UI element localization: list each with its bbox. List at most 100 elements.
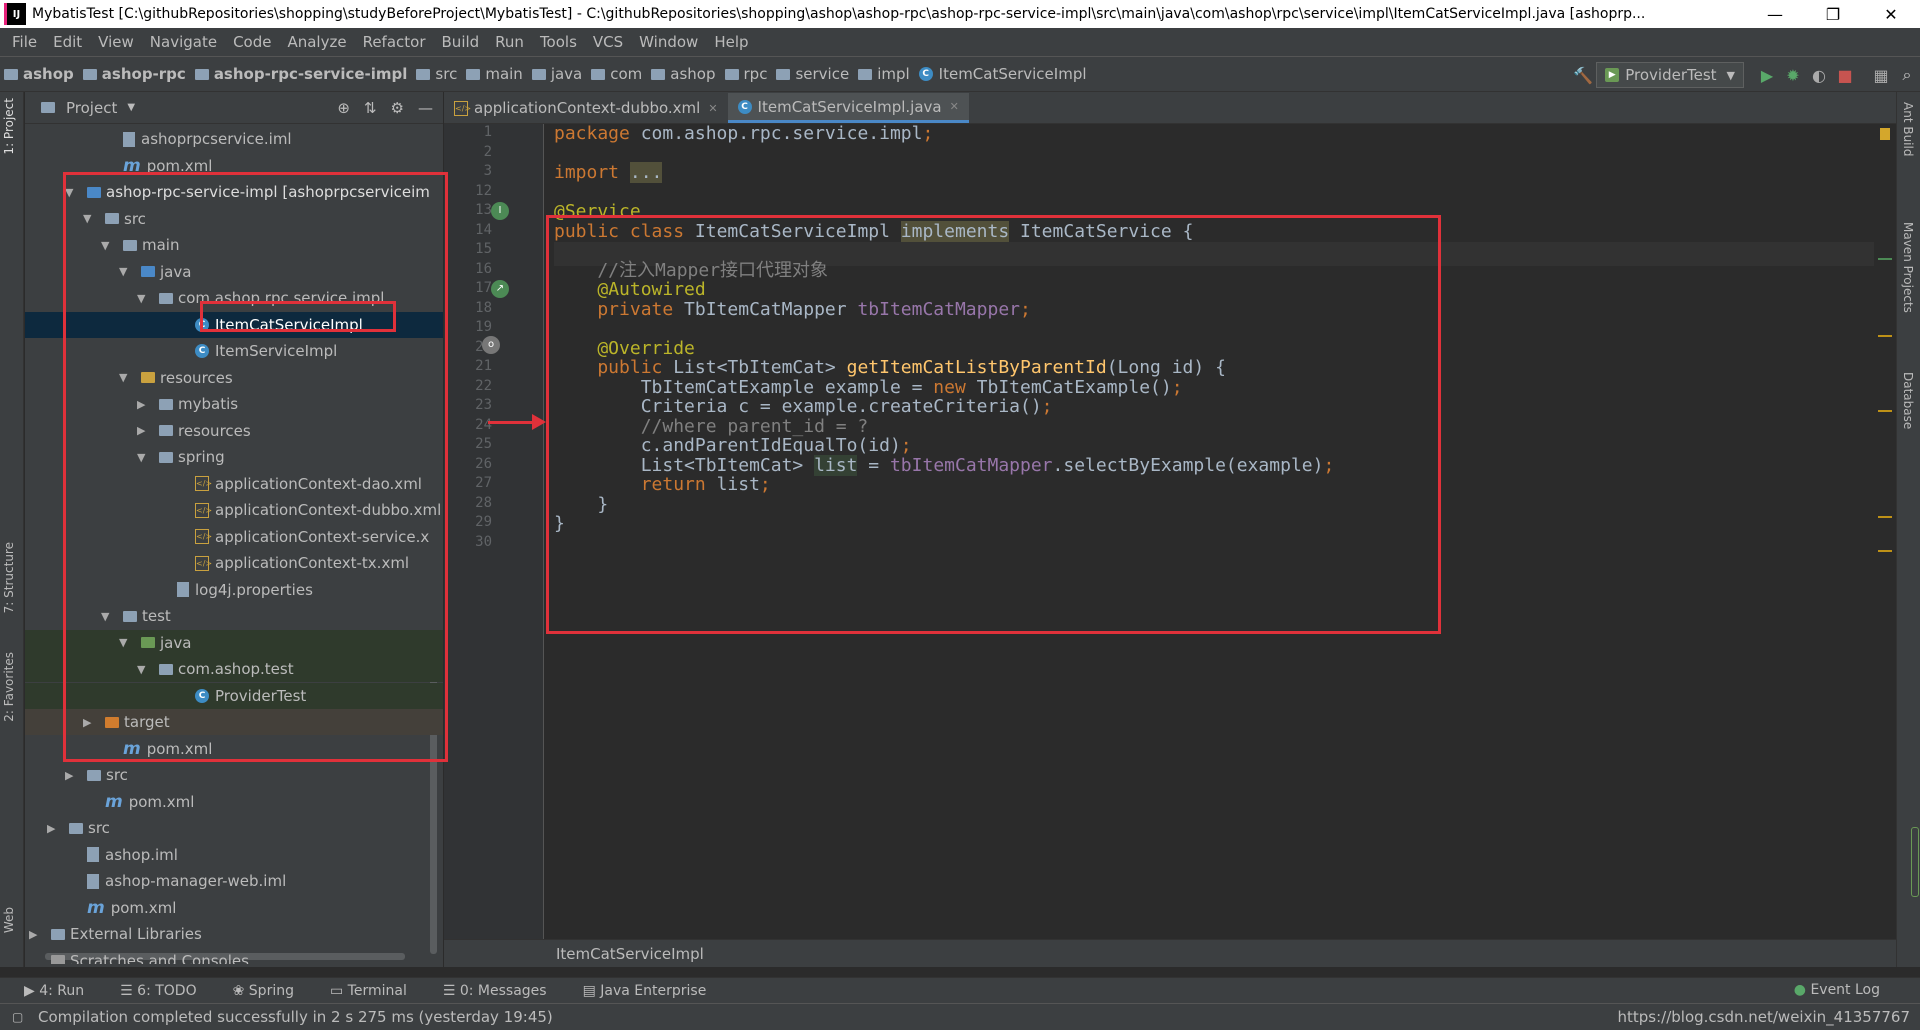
menu-code[interactable]: Code xyxy=(225,33,279,51)
tree-item[interactable]: ▶ External Libraries xyxy=(25,921,443,947)
tool-tab-database[interactable]: Database xyxy=(1901,372,1915,429)
breadcrumb-label: main xyxy=(485,65,523,83)
bottom-tool-messages[interactable]: ☰ 0: Messages xyxy=(419,983,559,999)
bottom-tool-java-enterprise[interactable]: ▤ Java Enterprise xyxy=(559,983,719,999)
menu-run[interactable]: Run xyxy=(487,33,532,51)
locate-icon[interactable]: ⊕ xyxy=(337,99,350,117)
chevron-down-icon[interactable]: ▼ xyxy=(127,102,135,113)
tool-tab-web[interactable]: Web xyxy=(2,907,16,933)
menu-vcs[interactable]: VCS xyxy=(585,33,631,51)
line-number: 3 xyxy=(483,163,492,179)
breadcrumb-item[interactable]: ashop xyxy=(647,65,720,83)
debug-icon[interactable]: ✹ xyxy=(1780,66,1806,85)
menu-tools[interactable]: Tools xyxy=(532,33,585,51)
tree-item[interactable]: Scratches and Consoles xyxy=(25,948,443,964)
breadcrumb-item[interactable]: impl xyxy=(854,65,914,83)
expand-right-icon[interactable]: ▶ xyxy=(65,769,87,782)
file-icon xyxy=(87,873,99,889)
breadcrumb-label: ashop-rpc-service-impl xyxy=(213,65,408,83)
breadcrumb-item[interactable]: ashop-rpc-service-impl xyxy=(191,65,413,83)
breadcrumb-item[interactable]: src xyxy=(412,65,462,83)
bean-gutter-icon[interactable]: ↗ xyxy=(491,280,509,298)
event-log-button[interactable]: ● Event Log xyxy=(1794,982,1880,998)
run-config-label: ProviderTest xyxy=(1625,66,1717,84)
tree-item[interactable]: ▶ src xyxy=(25,762,443,788)
hide-icon[interactable]: — xyxy=(418,99,433,117)
gear-icon[interactable]: ⚙ xyxy=(391,99,404,117)
editor-tab[interactable]: C ItemCatServiceImpl.java ✕ xyxy=(727,93,969,123)
todo-icon: ☰ xyxy=(120,982,138,999)
run-configuration-select[interactable]: ▶ ProviderTest ▼ xyxy=(1596,62,1744,88)
line-number: 17 xyxy=(475,280,492,296)
annotation-arrow-head xyxy=(532,414,546,430)
build-hammer-icon[interactable]: 🔨 xyxy=(1570,66,1596,85)
menu-view[interactable]: View xyxy=(90,33,142,51)
menu-build[interactable]: Build xyxy=(434,33,488,51)
run-icon[interactable]: ▶ xyxy=(1754,66,1780,85)
project-panel-title[interactable]: Project xyxy=(66,99,117,117)
breadcrumb-item[interactable]: rpc xyxy=(721,65,773,83)
breadcrumb-item[interactable]: service xyxy=(772,65,854,83)
restore-button[interactable]: ❐ xyxy=(1804,5,1862,24)
tool-tab-maven-projects[interactable]: Maven Projects xyxy=(1901,222,1915,313)
project-structure-icon[interactable]: ▦ xyxy=(1868,66,1894,85)
menu-navigate[interactable]: Navigate xyxy=(142,33,225,51)
search-icon[interactable]: ⌕ xyxy=(1894,65,1920,85)
tree-item[interactable]: m pom.xml xyxy=(25,895,443,921)
bottom-tool-label: 0: Messages xyxy=(459,982,547,999)
stop-icon[interactable]: ■ xyxy=(1832,66,1858,85)
folder-icon xyxy=(858,68,873,80)
status-toggle-icon[interactable]: ▢ xyxy=(12,1010,23,1024)
bottom-tool-terminal[interactable]: ▭ Terminal xyxy=(306,983,419,999)
folder-icon xyxy=(4,68,18,80)
tree-item[interactable]: ashop-manager-web.iml xyxy=(25,868,443,894)
menu-analyze[interactable]: Analyze xyxy=(279,33,354,51)
breadcrumb-item[interactable]: main xyxy=(462,65,527,83)
expand-right-icon[interactable]: ▶ xyxy=(47,822,69,835)
menu-edit[interactable]: Edit xyxy=(45,33,90,51)
menu-window[interactable]: Window xyxy=(631,33,706,51)
tree-item[interactable]: ashop.iml xyxy=(25,842,443,868)
breadcrumb-item[interactable]: C ItemCatServiceImpl xyxy=(915,65,1092,83)
expand-right-icon[interactable]: ▶ xyxy=(29,928,51,941)
tree-item[interactable]: ▶ src xyxy=(25,815,443,841)
breadcrumb-item[interactable]: ashop-rpc xyxy=(79,65,191,83)
coverage-icon[interactable]: ◐ xyxy=(1806,66,1832,85)
breadcrumb-item[interactable]: ashop xyxy=(0,65,79,83)
tree-item[interactable]: m pom.xml xyxy=(25,789,443,815)
menu-refactor[interactable]: Refactor xyxy=(355,33,434,51)
breadcrumb-label: service xyxy=(795,65,850,83)
menu-file[interactable]: File xyxy=(4,33,45,51)
bottom-tool-run[interactable]: ▶ 4: Run xyxy=(0,983,96,999)
bottom-tool-todo[interactable]: ☰ 6: TODO xyxy=(96,983,208,999)
navigation-bar: ashop ashop-rpc ashop-rpc-service-impl src m… xyxy=(0,56,1920,92)
editor-tab-label: ItemCatServiceImpl.java xyxy=(757,97,942,116)
close-tab-icon[interactable]: ✕ xyxy=(950,100,959,113)
scroll-marker xyxy=(1878,516,1892,518)
editor-breadcrumb[interactable]: ItemCatServiceImpl xyxy=(444,939,1896,967)
tool-tab-structure[interactable]: 7: Structure xyxy=(2,542,16,613)
override-gutter-icon[interactable]: o xyxy=(482,336,500,354)
bottom-tool-spring[interactable]: ❀ Spring xyxy=(209,983,306,999)
close-tab-icon[interactable]: ✕ xyxy=(708,102,717,115)
editor-tab[interactable]: </> applicationContext-dubbo.xml ✕ xyxy=(444,93,728,123)
highlight-box-code xyxy=(546,215,1441,634)
warning-marker-icon[interactable] xyxy=(1880,128,1890,140)
tool-tab-ant-build[interactable]: Ant Build xyxy=(1901,102,1915,156)
memory-indicator[interactable] xyxy=(1911,827,1919,897)
line-number: 1 xyxy=(483,124,492,140)
menu-help[interactable]: Help xyxy=(706,33,756,51)
line-number: 27 xyxy=(475,475,492,491)
breadcrumb-item[interactable]: java xyxy=(528,65,587,83)
collapse-all-icon[interactable]: ⇅ xyxy=(364,99,377,117)
implement-gutter-icon[interactable]: I xyxy=(491,202,509,220)
breadcrumb-item[interactable]: com xyxy=(587,65,647,83)
line-number: 22 xyxy=(475,377,492,394)
tree-item[interactable]: ashoprpcservice.iml xyxy=(25,126,443,152)
tool-tab-favorites[interactable]: 2: Favorites xyxy=(2,652,16,722)
close-button[interactable]: ✕ xyxy=(1862,5,1920,24)
project-icon xyxy=(41,102,55,113)
minimize-button[interactable]: — xyxy=(1746,5,1804,24)
code-token: package xyxy=(554,123,641,144)
tool-tab-project[interactable]: 1: Project xyxy=(2,98,16,155)
